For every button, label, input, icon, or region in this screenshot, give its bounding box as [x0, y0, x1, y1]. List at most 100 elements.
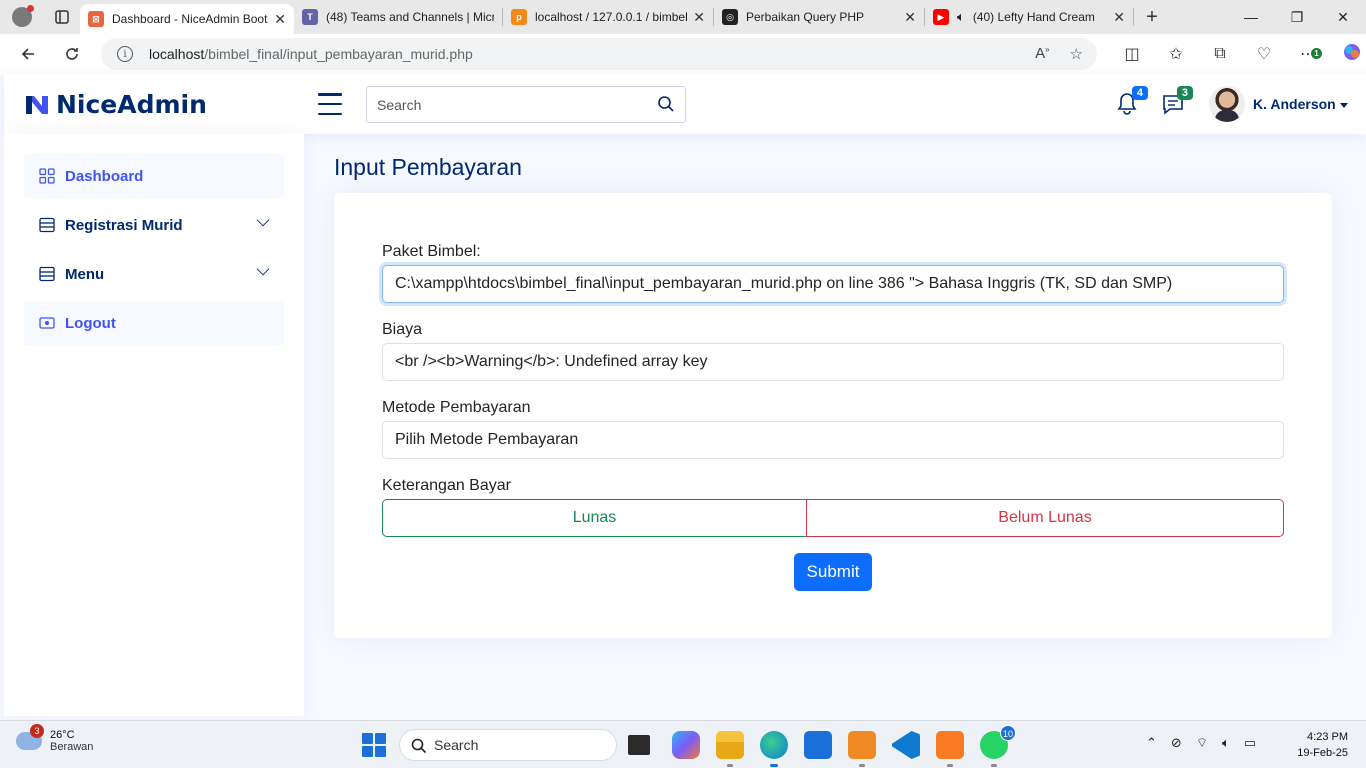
close-window-button[interactable]: ✕: [1320, 0, 1366, 34]
sidebar-item-label: Menu: [65, 265, 105, 283]
tab-title: (40) Lefty Hand Cream: [972, 10, 1095, 24]
xampp-icon[interactable]: [936, 731, 964, 767]
sidebar-item-dashboard[interactable]: Dashboard: [24, 154, 284, 198]
browser-tab-youtube[interactable]: ▶ 🔈︎ (40) Lefty Hand Cream ✕: [925, 0, 1133, 34]
sidebar-item-label: Registrasi Murid: [65, 216, 183, 234]
store-icon[interactable]: [804, 731, 832, 759]
keterangan-bayar-label: Keterangan Bayar: [382, 477, 511, 494]
layout-icon: [39, 266, 55, 282]
messages-button[interactable]: 3: [1161, 86, 1193, 116]
search-bar: [366, 86, 686, 123]
copilot-icon[interactable]: [672, 731, 700, 759]
caret-down-icon: [1339, 102, 1348, 108]
tab-title: (48) Teams and Channels | Microsoft Team…: [326, 10, 494, 24]
sidebar-item-logout[interactable]: Logout: [24, 301, 284, 345]
biaya-input[interactable]: <br /><b>Warning</b>: Undefined array ke…: [382, 343, 1284, 381]
close-tab-icon[interactable]: ✕: [1113, 9, 1125, 26]
refresh-button[interactable]: [52, 34, 92, 74]
back-button[interactable]: [8, 34, 48, 74]
layout-icon: [39, 217, 55, 233]
battery-icon[interactable]: ▭: [1244, 735, 1256, 751]
taskbar-search-placeholder: Search: [434, 737, 479, 753]
taskbar-search[interactable]: Search: [399, 729, 617, 761]
network-off-icon[interactable]: ⊘: [1171, 735, 1182, 751]
user-dropdown[interactable]: K. Anderson: [1253, 96, 1348, 112]
start-button[interactable]: [362, 733, 386, 757]
browser-tab-phpmyadmin[interactable]: p localhost / 127.0.0.1 / bimbel_final |…: [503, 0, 713, 34]
copilot-icon[interactable]: [1330, 42, 1366, 67]
weather-description: Berawan: [50, 741, 94, 753]
wifi-icon[interactable]: ⌔: [1196, 735, 1208, 751]
favorites-icon[interactable]: ✩: [1154, 44, 1198, 64]
lunas-button[interactable]: Lunas: [382, 499, 807, 537]
show-hidden-icons-chevron-icon[interactable]: ⌃: [1146, 735, 1157, 751]
toggle-sidebar-button[interactable]: [318, 93, 342, 115]
split-screen-icon[interactable]: ◫: [1110, 44, 1154, 64]
logo-text: NiceAdmin: [56, 90, 207, 119]
vscode-icon[interactable]: [892, 731, 920, 759]
search-icon[interactable]: [657, 95, 675, 113]
close-tab-icon[interactable]: ✕: [274, 11, 286, 28]
collections-icon[interactable]: ⧉: [1198, 45, 1242, 63]
paket-bimbel-select[interactable]: C:\xampp\htdocs\bimbel_final\input_pemba…: [382, 265, 1284, 303]
edge-icon[interactable]: [760, 731, 788, 767]
search-icon: [411, 738, 427, 754]
notifications-badge: 4: [1131, 86, 1148, 100]
page-title: Input Pembayaran: [334, 154, 522, 180]
submit-button[interactable]: Submit: [794, 553, 872, 591]
performance-icon[interactable]: ♡: [1242, 44, 1286, 64]
read-aloud-icon[interactable]: A»: [1035, 45, 1049, 63]
whatsapp-icon[interactable]: 10: [980, 725, 1016, 767]
belum-lunas-button[interactable]: Belum Lunas: [806, 499, 1284, 537]
metode-pembayaran-select[interactable]: Pilih Metode Pembayaran: [382, 421, 1284, 459]
tab-title: Dashboard - NiceAdmin Bootstrap Template: [112, 12, 268, 26]
chevron-down-icon: [256, 213, 270, 227]
teams-icon: T: [302, 9, 318, 25]
windows-taskbar: 3 26°C Berawan Search 10 ⌃ ⊘ ⌔ 🔈︎ ▭ 4:23…: [0, 720, 1366, 768]
tab-actions-button[interactable]: [44, 0, 80, 34]
chatgpt-icon: ◎: [722, 9, 738, 25]
new-tab-button[interactable]: +: [1134, 6, 1170, 29]
file-explorer-icon[interactable]: [716, 731, 744, 767]
close-tab-icon[interactable]: ✕: [693, 9, 705, 26]
sidebar-item-registrasi-murid[interactable]: Registrasi Murid: [24, 203, 284, 247]
sidebar-item-menu[interactable]: Menu: [24, 252, 284, 296]
profile-button[interactable]: [0, 0, 44, 34]
logo[interactable]: NiceAdmin: [24, 90, 207, 119]
browser-toolbar: i localhost/bimbel_final/input_pembayara…: [0, 34, 1366, 74]
speaker-icon[interactable]: 🔈︎: [957, 9, 965, 25]
browser-tab-dashboard[interactable]: ⊠ Dashboard - NiceAdmin Bootstrap Templa…: [80, 4, 294, 34]
sidebar: Dashboard Registrasi Murid Menu Logout: [4, 134, 304, 716]
temperature: 26°C: [50, 729, 75, 741]
browser-tab-perbaikan[interactable]: ◎ Perbaikan Query PHP ✕: [714, 0, 924, 34]
logout-icon: [39, 317, 55, 329]
cloud-icon: 3: [16, 724, 44, 750]
favorite-star-icon[interactable]: ☆: [1070, 45, 1083, 63]
clock[interactable]: 4:23 PM 19-Feb-25: [1297, 729, 1348, 761]
minimize-button[interactable]: —: [1228, 0, 1274, 34]
weather-widget[interactable]: 3 26°C Berawan: [16, 724, 94, 753]
sidebar-item-label: Logout: [65, 314, 116, 332]
browser-tab-teams[interactable]: T (48) Teams and Channels | Microsoft Te…: [294, 0, 502, 34]
close-tab-icon[interactable]: ✕: [904, 9, 916, 26]
notifications-button[interactable]: 4: [1116, 86, 1148, 116]
avatar[interactable]: [1209, 86, 1245, 122]
tab-title: Perbaikan Query PHP: [746, 10, 865, 24]
hamburger-line: [318, 102, 342, 106]
browser-tab-strip: ⊠ Dashboard - NiceAdmin Bootstrap Templa…: [0, 0, 1366, 34]
xampp-control-icon[interactable]: [848, 731, 876, 767]
user-name: K. Anderson: [1253, 96, 1336, 112]
volume-icon[interactable]: 🔈︎: [1222, 735, 1230, 751]
search-input[interactable]: [377, 96, 647, 113]
extensions-icon[interactable]: ⋯ 1: [1286, 44, 1330, 64]
maximize-button[interactable]: ❐: [1274, 0, 1320, 34]
messages-badge: 3: [1176, 86, 1193, 100]
address-bar[interactable]: i localhost/bimbel_final/input_pembayara…: [101, 38, 1097, 70]
payment-form-card: Paket Bimbel: C:\xampp\htdocs\bimbel_fin…: [334, 193, 1332, 638]
grid-icon: [39, 168, 55, 184]
copilot-logo-icon: [1344, 43, 1360, 60]
task-view-icon[interactable]: [628, 735, 650, 755]
hamburger-line: [318, 112, 342, 115]
site-info-icon[interactable]: i: [117, 46, 133, 62]
clock-time: 4:23 PM: [1307, 731, 1348, 743]
